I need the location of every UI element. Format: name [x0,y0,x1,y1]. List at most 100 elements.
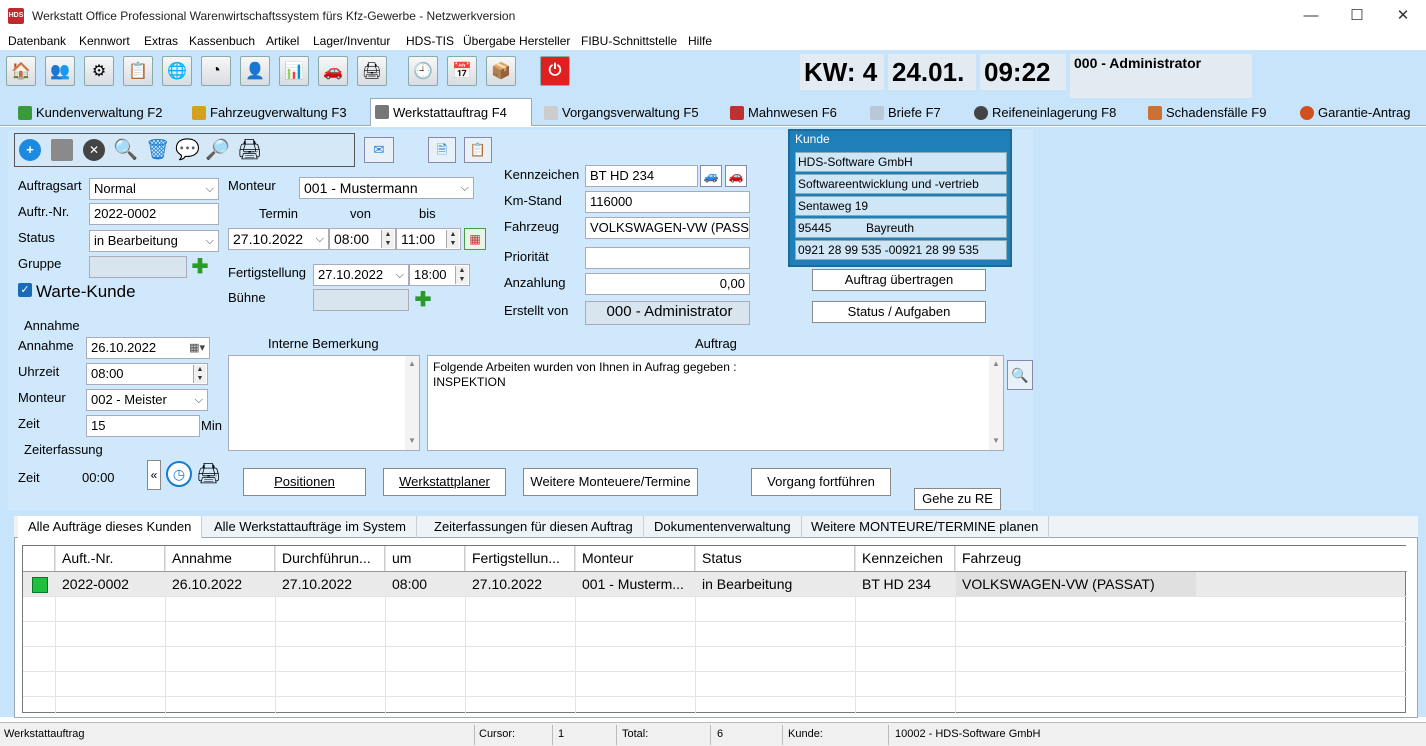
stopwatch-icon[interactable]: ◷ [166,461,192,487]
car-icon[interactable]: 🚗 [318,56,348,86]
buehne-field[interactable] [313,289,409,311]
add-group-icon[interactable]: ✚ [191,257,209,277]
tab-briefe[interactable]: Briefe F7 [866,100,949,126]
fertig-date[interactable]: 27.10.2022 ⌵ [313,264,409,286]
users-icon[interactable]: 👥 [45,56,75,86]
tab-kundenverwaltung[interactable]: Kundenverwaltung F2 [14,100,170,126]
clock-icon[interactable]: 🕘 [408,56,438,86]
auftrag-textarea[interactable]: Folgende Arbeiten wurden von Ihnen in Au… [427,355,1004,451]
add-buehne-icon[interactable]: ✚ [414,290,432,310]
tab-schadensfaelle[interactable]: Schadensfälle F9 [1144,100,1274,126]
tab-reifeneinlagerung[interactable]: Reifeneinlagerung F8 [970,100,1124,126]
globe-icon[interactable]: 🌐 [162,56,192,86]
weitere-monteure-button[interactable]: Weitere Monteuere/Termine [523,468,698,496]
menu-extras[interactable]: Extras [144,32,178,50]
package-icon[interactable]: 📦 [486,56,516,86]
interne-bemerkung-textarea[interactable]: ▲ ▼ [228,355,420,451]
scanner-icon[interactable]: 🖨 [357,56,387,86]
fahrzeug-field[interactable]: VOLKSWAGEN-VW (PASS [585,217,750,239]
settings-icon[interactable]: ⚙ [84,56,114,86]
menu-lager[interactable]: Lager/Inventur [313,32,390,50]
tab-zeiterfassungen[interactable]: Zeiterfassungen für diesen Auftrag [424,516,644,538]
column-header[interactable]: um [386,546,465,571]
search-icon[interactable]: 🔍 [113,137,138,162]
prioritaet-field[interactable] [585,247,750,269]
menu-hds-tis[interactable]: HDS-TIS [406,32,454,50]
car-search-icon[interactable]: 🚙 [700,165,722,187]
column-header[interactable]: Monteur [576,546,695,571]
zoom-icon[interactable]: 🔎 [205,137,230,162]
table-row[interactable]: 2022-0002 26.10.2022 27.10.2022 08:00 27… [23,572,1405,596]
column-header[interactable]: Durchführun... [276,546,385,571]
column-header[interactable]: Fertigstellun... [466,546,575,571]
document-icon[interactable]: 🗎 [428,137,456,163]
monteur2-select[interactable]: 002 - Meister ⌵ [86,389,208,411]
scrollbar[interactable]: ▲ ▼ [405,356,419,450]
auftrag-uebertragen-button[interactable]: Auftrag übertragen [812,269,986,291]
positionen-button[interactable]: Positionen [243,468,366,496]
menu-datenbank[interactable]: Datenbank [8,32,66,50]
cancel-icon[interactable]: ✕ [83,139,105,161]
anzahlung-field[interactable]: 0,00 [585,273,750,295]
calendar-icon[interactable]: ▦ [464,228,486,250]
tab-alle-auftraege-kunde[interactable]: Alle Aufträge dieses Kunden [18,516,203,538]
bar-chart-icon[interactable]: 📊 [279,56,309,86]
spinner-icon[interactable]: ▲ ▼ [446,230,459,248]
car-edit-icon[interactable]: 🚗 [725,165,747,187]
auftragsart-select[interactable]: Normal ⌵ [89,178,219,200]
minimize-button[interactable]: — [1288,0,1334,32]
menu-artikel[interactable]: Artikel [266,32,299,50]
kmstand-field[interactable]: 116000 [585,191,750,213]
column-header[interactable]: Annahme [166,546,275,571]
spinner-icon[interactable]: ▲ ▼ [193,365,206,383]
status-aufgaben-button[interactable]: Status / Aufgaben [812,301,986,323]
home-icon[interactable]: 🏠 [6,56,36,86]
annahme-date[interactable]: 26.10.2022 ▦▾ [86,337,210,359]
search-text-icon[interactable]: 🔍 [1007,360,1033,390]
menu-hilfe[interactable]: Hilfe [688,32,712,50]
add-icon[interactable]: + [19,139,41,161]
monteur-select[interactable]: 001 - Mustermann ⌵ [299,177,474,199]
tab-mahnwesen[interactable]: Mahnwesen F6 [726,100,845,126]
bis-time[interactable]: 11:00 ▲ ▼ [396,228,461,250]
calendar-icon[interactable]: 📅 [447,56,477,86]
wartekunde-checkbox[interactable]: ✓ [18,283,32,297]
menu-uebergabe[interactable]: Übergabe Hersteller [463,32,570,50]
werkstattplaner-button[interactable]: Werkstattplaner [383,468,506,496]
uhrzeit-field[interactable]: 08:00 ▲ ▼ [86,363,208,385]
termin-date[interactable]: 27.10.2022 ⌵ [228,228,329,250]
tab-dokumentenverwaltung[interactable]: Dokumentenverwaltung [644,516,802,538]
tab-werkstattauftrag[interactable]: Werkstattauftrag F4 [370,98,532,126]
pie-chart-icon[interactable]: ◔ [201,56,231,86]
auftrnr-field[interactable]: 2022-0002 [89,203,219,225]
mail-icon[interactable]: ✉ [364,137,394,163]
scrollbar[interactable]: ▲ ▼ [989,356,1003,450]
von-time[interactable]: 08:00 ▲ ▼ [329,228,396,250]
tab-weitere-monteure[interactable]: Weitere MONTEURE/TERMINE planen [801,516,1050,538]
menu-kennwort[interactable]: Kennwort [79,32,130,50]
list-icon[interactable]: 📋 [123,56,153,86]
gehe-zu-re-button[interactable]: Gehe zu RE [914,488,1001,510]
power-icon[interactable]: ⏻ [540,56,570,86]
spinner-icon[interactable]: ▲ ▼ [381,230,394,248]
save-icon[interactable] [51,139,73,161]
chat-icon[interactable]: 💬 [175,137,200,162]
column-header[interactable]: Auft.-Nr. [56,546,165,571]
timeclock-print-icon[interactable]: 🖨 [196,461,224,489]
close-button[interactable]: ✕ [1380,0,1426,32]
zeit-field[interactable]: 15 [86,415,200,437]
kennzeichen-field[interactable]: BT HD 234 [585,165,698,187]
clipboard-icon[interactable]: 📋 [464,137,492,163]
tab-alle-werkstattauftraege[interactable]: Alle Werkstattaufträge im System [204,516,417,538]
status-select[interactable]: in Bearbeitung ⌵ [89,230,219,252]
tab-garantie[interactable]: Garantie-Antrag [1296,100,1419,126]
collapse-button[interactable]: « [147,460,161,490]
menu-fibu[interactable]: FIBU-Schnittstelle [581,32,677,50]
maximize-button[interactable]: ☐ [1334,0,1380,32]
fertig-time[interactable]: 18:00 ▲ ▼ [409,264,470,286]
person-icon[interactable]: 👤 [240,56,270,86]
print-icon[interactable]: 🖨 [237,137,262,162]
spinner-icon[interactable]: ▲ ▼ [455,266,468,284]
menu-kassenbuch[interactable]: Kassenbuch [189,32,255,50]
column-header[interactable]: Fahrzeug [956,546,1406,571]
